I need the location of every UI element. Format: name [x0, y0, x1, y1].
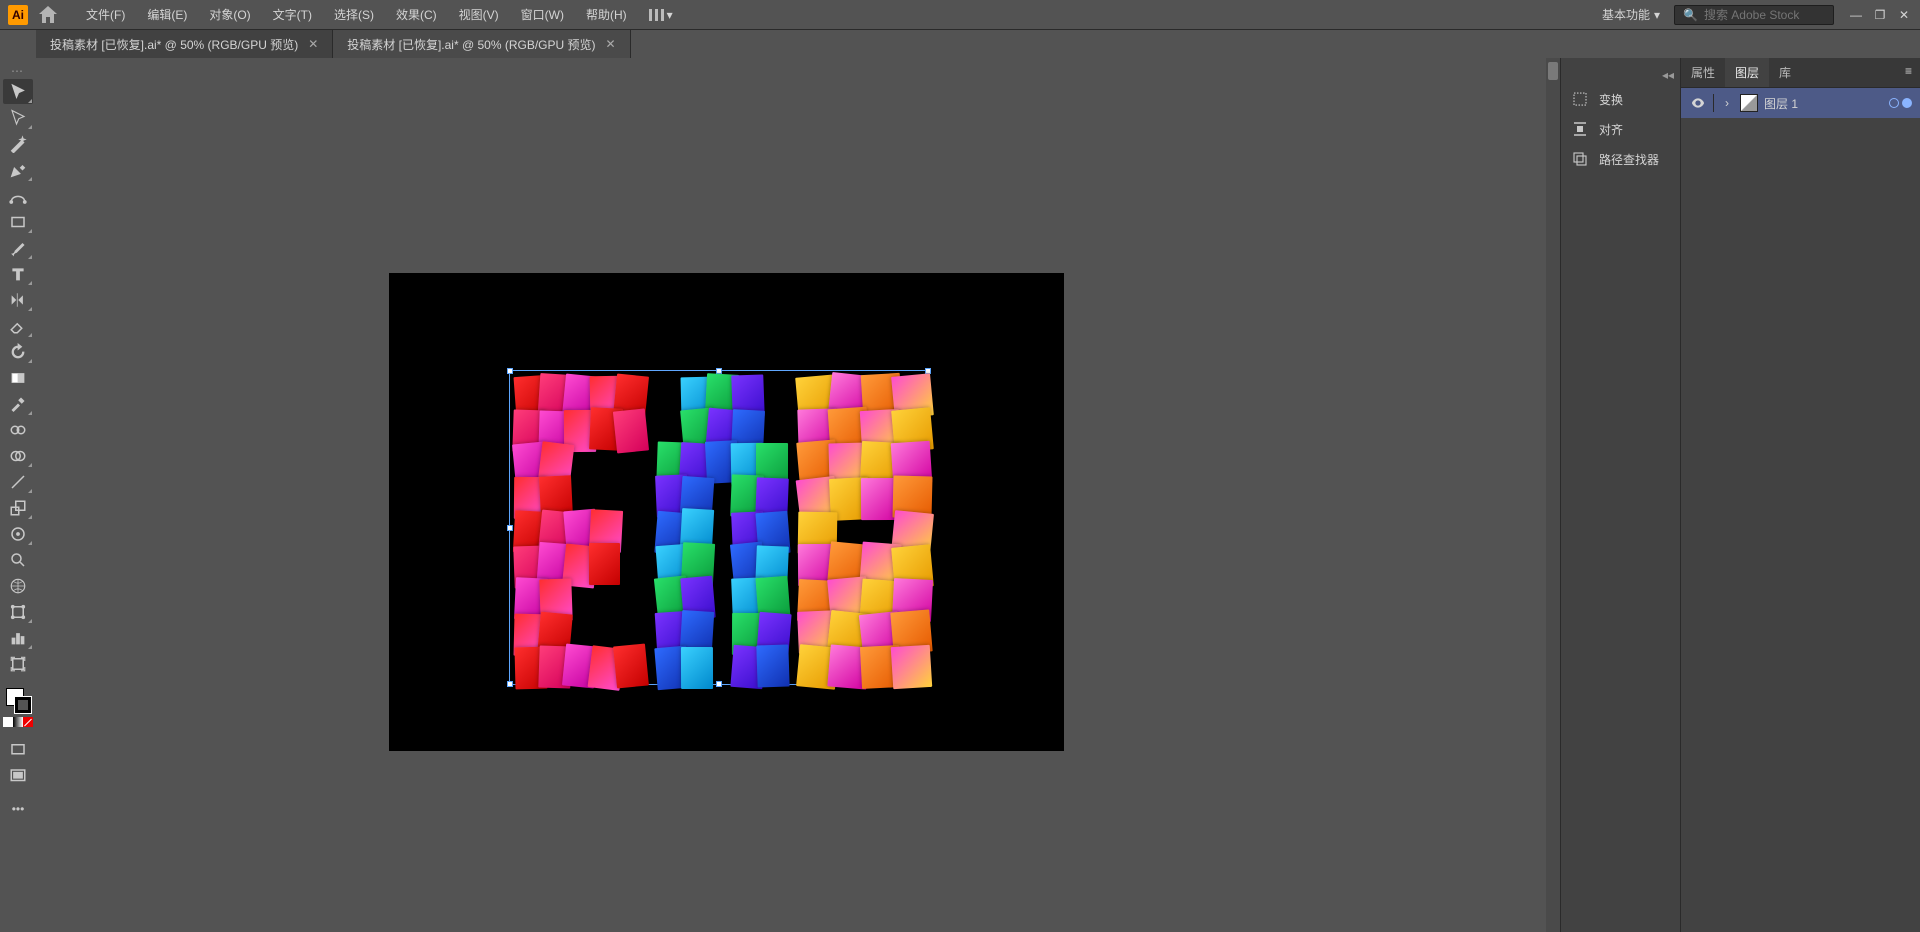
expand-layer-icon[interactable]: ›	[1720, 96, 1734, 110]
magic-wand-tool[interactable]	[3, 131, 33, 156]
menu-object[interactable]: 对象(O)	[199, 2, 260, 27]
gradient-tool[interactable]	[3, 365, 33, 390]
blend-tool[interactable]	[3, 417, 33, 442]
menu-window[interactable]: 窗口(W)	[511, 2, 574, 27]
arrange-documents[interactable]: ▾	[643, 8, 679, 22]
artwork	[510, 371, 928, 684]
rotate-tool[interactable]	[3, 339, 33, 364]
eraser-tool[interactable]	[3, 313, 33, 338]
menu-file[interactable]: 文件(F)	[76, 2, 135, 27]
resize-handle[interactable]	[507, 525, 513, 531]
vertical-scrollbar[interactable]	[1546, 58, 1560, 932]
chevron-down-icon: ▾	[667, 8, 673, 22]
tab-layers[interactable]: 图层	[1725, 58, 1769, 87]
rectangle-tool[interactable]	[3, 209, 33, 234]
line-segment-tool[interactable]	[3, 469, 33, 494]
column-graph-tool[interactable]	[3, 625, 33, 650]
toolbox: ⋯ •••	[0, 58, 36, 932]
panel-pathfinder[interactable]: 路径查找器	[1561, 144, 1680, 174]
tab-label: 投稿素材 [已恢复].ai* @ 50% (RGB/GPU 预览)	[347, 36, 595, 53]
edit-toolbar[interactable]: •••	[3, 796, 33, 821]
scale-tool[interactable]	[3, 495, 33, 520]
free-transform-tool[interactable]	[3, 599, 33, 624]
color-mode-row[interactable]	[3, 717, 33, 727]
right-panels: 属性 图层 库 ≡ › 图层 1	[1680, 58, 1920, 932]
resize-handle[interactable]	[507, 368, 513, 374]
menu-view[interactable]: 视图(V)	[449, 2, 509, 27]
menu-edit[interactable]: 编辑(E)	[137, 2, 197, 27]
workspace-switcher[interactable]: 基本功能 ▾	[1596, 2, 1666, 27]
chevron-down-icon: ▾	[1654, 8, 1660, 22]
layer-name[interactable]: 图层 1	[1764, 95, 1883, 112]
search-stock[interactable]: 🔍	[1674, 5, 1834, 25]
direct-selection-tool[interactable]	[3, 105, 33, 130]
target-icon[interactable]	[1889, 98, 1899, 108]
document-tab[interactable]: 投稿素材 [已恢复].ai* @ 50% (RGB/GPU 预览) ✕	[36, 30, 333, 59]
tab-libraries[interactable]: 库	[1769, 58, 1801, 87]
symbol-sprayer-tool[interactable]	[3, 521, 33, 546]
collapsed-panels: ◂◂ 变换 对齐 路径查找器	[1560, 58, 1680, 932]
menu-select[interactable]: 选择(S)	[324, 2, 384, 27]
search-input[interactable]	[1704, 8, 1804, 22]
resize-handle[interactable]	[716, 681, 722, 687]
menubar: Ai 文件(F) 编辑(E) 对象(O) 文字(T) 选择(S) 效果(C) 视…	[0, 0, 1920, 30]
mesh-tool[interactable]	[3, 573, 33, 598]
panel-tabs: 属性 图层 库 ≡	[1681, 58, 1920, 88]
pen-tool[interactable]	[3, 157, 33, 182]
artboard-tool[interactable]	[3, 651, 33, 676]
ai-logo: Ai	[8, 5, 28, 25]
search-icon: 🔍	[1683, 8, 1698, 22]
resize-handle[interactable]	[507, 681, 513, 687]
curvature-tool[interactable]	[3, 183, 33, 208]
visibility-toggle[interactable]	[1689, 94, 1707, 112]
close-icon[interactable]: ✕	[308, 37, 318, 51]
maximize-button[interactable]: ❐	[1872, 8, 1888, 22]
scrollbar-thumb[interactable]	[1548, 62, 1558, 80]
menu-type[interactable]: 文字(T)	[263, 2, 322, 27]
expand-panels-icon[interactable]: ◂◂	[1561, 66, 1680, 84]
panel-transform[interactable]: 变换	[1561, 84, 1680, 114]
fill-stroke-swatch[interactable]	[4, 686, 32, 714]
panel-label: 变换	[1599, 91, 1623, 108]
home-button[interactable]	[36, 3, 60, 27]
panel-label: 路径查找器	[1599, 151, 1659, 168]
menu-effect[interactable]: 效果(C)	[386, 2, 447, 27]
zoom-tool[interactable]	[3, 547, 33, 572]
panel-menu-icon[interactable]: ≡	[1897, 58, 1920, 87]
document-tabs: 投稿素材 [已恢复].ai* @ 50% (RGB/GPU 预览) ✕ 投稿素材…	[36, 30, 1920, 58]
panel-align[interactable]: 对齐	[1561, 114, 1680, 144]
document-tab[interactable]: 投稿素材 [已恢复].ai* @ 50% (RGB/GPU 预览) ✕	[333, 30, 630, 59]
tab-label: 投稿素材 [已恢复].ai* @ 50% (RGB/GPU 预览)	[50, 36, 298, 53]
screen-mode-normal[interactable]	[3, 737, 33, 762]
toolbox-grip[interactable]: ⋯	[0, 64, 36, 78]
close-icon[interactable]: ✕	[606, 37, 616, 51]
screen-mode-full[interactable]	[3, 763, 33, 788]
minimize-button[interactable]: —	[1848, 8, 1864, 22]
reflect-tool[interactable]	[3, 287, 33, 312]
workspace-label: 基本功能	[1602, 6, 1650, 23]
selection-tool[interactable]	[3, 79, 33, 104]
panel-label: 对齐	[1599, 121, 1623, 138]
close-button[interactable]: ✕	[1896, 8, 1912, 22]
selection-bounding-box[interactable]	[509, 370, 929, 685]
artboard	[389, 273, 1064, 751]
layer-thumbnail	[1740, 94, 1758, 112]
paintbrush-tool[interactable]	[3, 235, 33, 260]
menu-help[interactable]: 帮助(H)	[576, 2, 637, 27]
tab-properties[interactable]: 属性	[1681, 58, 1725, 87]
canvas[interactable]	[36, 58, 1560, 932]
selection-indicator[interactable]	[1902, 98, 1912, 108]
type-tool[interactable]	[3, 261, 33, 286]
layer-row[interactable]: › 图层 1	[1681, 88, 1920, 118]
eyedropper-tool[interactable]	[3, 391, 33, 416]
shape-builder-tool[interactable]	[3, 443, 33, 468]
